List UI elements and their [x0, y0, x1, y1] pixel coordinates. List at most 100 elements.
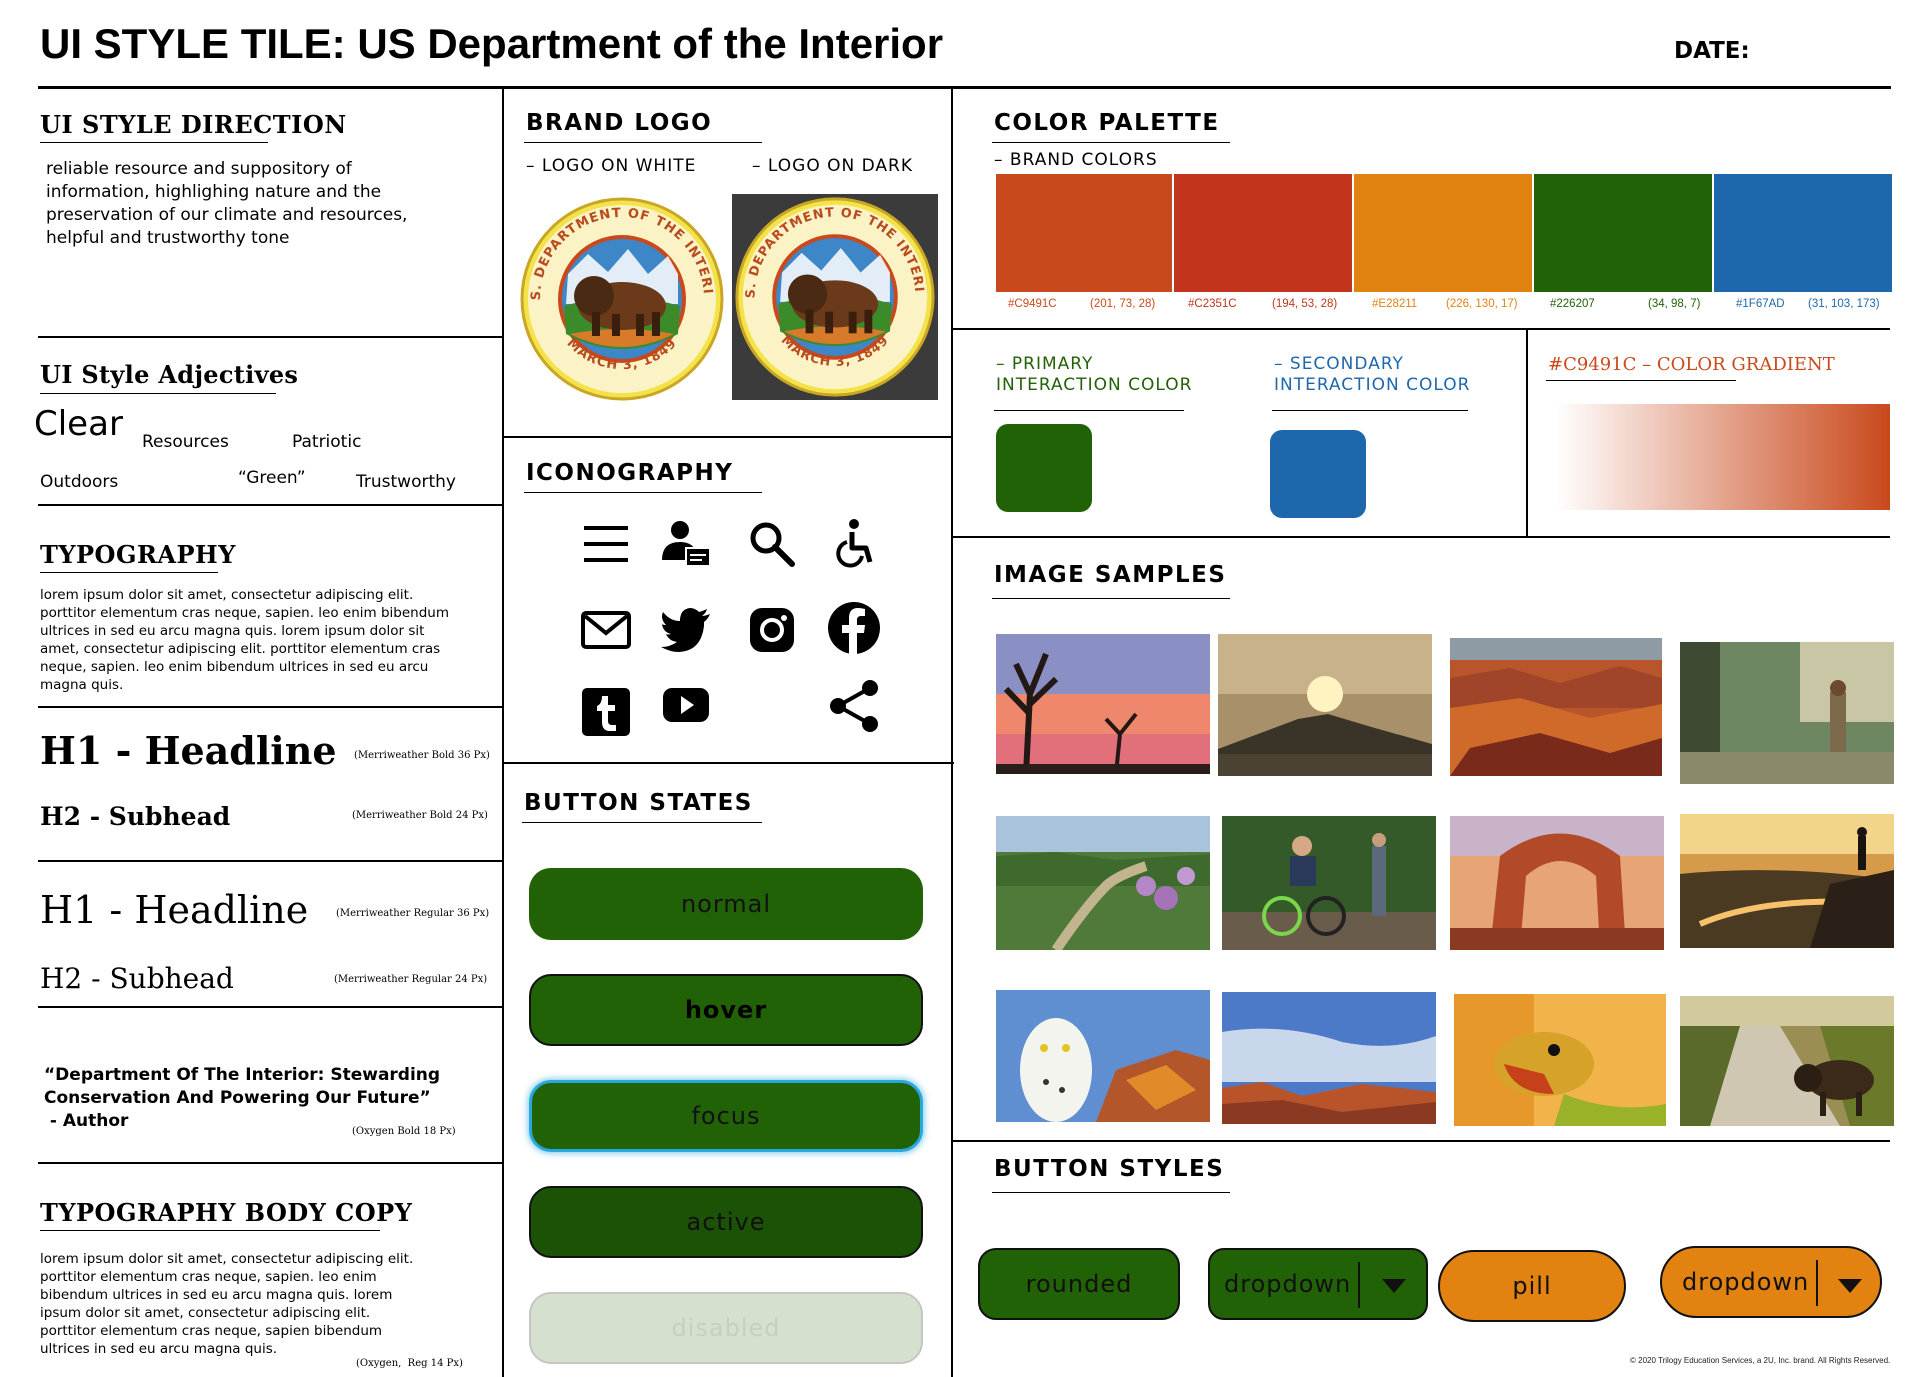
quote-note: (Oxygen Bold 18 Px) [352, 1126, 456, 1137]
title-underline [40, 142, 268, 143]
text-line: ipsum dolor sit amet, consectetur adipis… [40, 1305, 371, 1321]
body-copy-note: (Oxygen, Reg 14 Px) [356, 1358, 463, 1369]
iconography-title: ICONOGRAPHY [526, 460, 734, 486]
header-divider [38, 86, 1891, 89]
image-snowy-owl [996, 990, 1210, 1122]
title-underline [992, 598, 1230, 599]
image-hiker-in-forest [1680, 642, 1894, 784]
label-line: – SECONDARY [1274, 354, 1404, 374]
swatch-rgb: (201, 73, 28) [1090, 298, 1156, 310]
button-states-title: BUTTON STATES [524, 790, 753, 816]
style-direction-title: UI STYLE DIRECTION [40, 110, 347, 139]
label-line: INTERACTION COLOR [996, 375, 1193, 395]
title-underline [524, 492, 762, 493]
quote-line: “Department Of The Interior: Stewarding [44, 1065, 441, 1085]
swatch-hex: #C2351C [1188, 298, 1237, 310]
title-underline [992, 1192, 1230, 1193]
label-line: – PRIMARY [996, 354, 1094, 374]
chevron-down-icon [1838, 1279, 1862, 1293]
swatch-rgb: (31, 103, 173) [1808, 298, 1880, 310]
tumblr-icon[interactable] [578, 684, 634, 740]
column-divider-2 [951, 88, 953, 1377]
gradient-label: #C9491C – COLOR GRADIENT [1548, 354, 1835, 375]
title-underline [40, 572, 218, 573]
quote-block: “Department Of The Interior: Stewarding … [44, 1064, 440, 1133]
green-dropdown-button[interactable]: dropdown [1208, 1248, 1428, 1320]
text-line: ultrices in sed eu arcu magna quis. lore… [40, 623, 425, 639]
secondary-color-swatch [1270, 430, 1366, 518]
text-line: information, highlighing nature and the [46, 182, 382, 202]
date-label: DATE: [1674, 38, 1750, 64]
twitter-icon[interactable] [658, 602, 714, 658]
text-line: magna quis. [40, 677, 124, 693]
button-hover[interactable]: hover [529, 974, 923, 1046]
text-line: porttitor elementum cras neque, sapien. … [40, 1269, 377, 1285]
swatch-c9491c [996, 174, 1172, 292]
divider [951, 536, 1890, 538]
brand-colors-label: – BRAND COLORS [994, 150, 1158, 170]
title-underline [522, 822, 762, 823]
rounded-button[interactable]: rounded [978, 1248, 1180, 1320]
text-line: helpful and trustworthy tone [46, 228, 290, 248]
divider [502, 762, 954, 764]
user-id-icon[interactable] [658, 516, 714, 572]
h2-bold-note: (Merriweather Bold 24 Px) [352, 810, 488, 821]
image-arch-rock-formation [1450, 816, 1664, 950]
text-line: lorem ipsum dolor sit amet, consectetur … [40, 1251, 414, 1267]
search-icon[interactable] [744, 516, 800, 572]
swatch-rgb: (194, 53, 28) [1272, 298, 1338, 310]
h1-regular-sample: H1 - Headline [40, 888, 309, 932]
text-line: porttitor elementum cras neque, sapien b… [40, 1323, 383, 1339]
orange-dropdown-button[interactable]: dropdown [1660, 1246, 1882, 1318]
title-underline [40, 1230, 380, 1231]
swatch-1f67ad [1714, 174, 1892, 292]
button-focus[interactable]: focus [529, 1080, 923, 1152]
h1-regular-note: (Merriweather Regular 36 Px) [336, 908, 490, 919]
pill-button[interactable]: pill [1438, 1250, 1626, 1322]
h2-regular-sample: H2 - Subhead [40, 962, 234, 995]
text-line: porttitor elementum cras neque, sapien. … [40, 605, 449, 621]
mail-icon[interactable] [578, 602, 634, 658]
adjective-outdoors: Outdoors [40, 472, 119, 492]
dropdown-divider [1358, 1262, 1360, 1308]
body-copy-title: TYPOGRAPHY BODY COPY [40, 1198, 413, 1227]
h2-regular-note: (Merriweather Regular 24 Px) [334, 974, 488, 985]
menu-icon[interactable] [578, 516, 634, 572]
h2-bold-sample: H2 - Subhead [40, 802, 231, 831]
divider [38, 860, 502, 862]
adjective-clear: Clear [34, 404, 123, 444]
adjectives-title: UI Style Adjectives [40, 360, 299, 389]
body-copy-text: lorem ipsum dolor sit amet, consectetur … [40, 1250, 413, 1358]
doi-seal-logo-white: U.S. DEPARTMENT OF THE INTERIOR MARCH 3,… [518, 194, 724, 401]
image-river-valley-flowers [996, 816, 1210, 950]
swatch-c2351c [1174, 174, 1352, 292]
divider [38, 1006, 502, 1008]
swatch-rgb: (226, 130, 17) [1446, 298, 1518, 310]
accessibility-icon[interactable] [826, 516, 882, 572]
swatch-hex: #226207 [1550, 298, 1595, 310]
image-hiker-river-sunset [1680, 814, 1894, 948]
divider [38, 706, 502, 708]
image-red-canyon [1450, 638, 1662, 776]
youtube-icon[interactable] [658, 678, 714, 734]
divider [951, 1140, 1890, 1142]
style-direction-text: reliable resource and suppository of inf… [46, 158, 407, 250]
dropdown-label: dropdown [1682, 1268, 1810, 1296]
swatch-226207 [1534, 174, 1712, 292]
brand-logo-title: BRAND LOGO [526, 110, 713, 136]
share-icon[interactable] [826, 678, 882, 734]
secondary-interaction-label: – SECONDARY INTERACTION COLOR [1274, 354, 1470, 396]
divider [951, 328, 1890, 330]
dropdown-label: dropdown [1224, 1270, 1352, 1298]
divider [502, 436, 951, 438]
text-line: preservation of our climate and resource… [46, 205, 408, 225]
image-mountain-sunset-clouds [1218, 634, 1432, 776]
button-normal[interactable]: normal [529, 868, 923, 940]
instagram-icon[interactable] [744, 602, 800, 658]
button-active[interactable]: active [529, 1186, 923, 1258]
image-collared-lizard [1454, 994, 1666, 1126]
divider [38, 1162, 502, 1164]
text-line: ultrices in sed eu arcu magna quis. [40, 1341, 278, 1357]
facebook-icon[interactable] [826, 600, 882, 656]
title-underline [992, 142, 1230, 143]
